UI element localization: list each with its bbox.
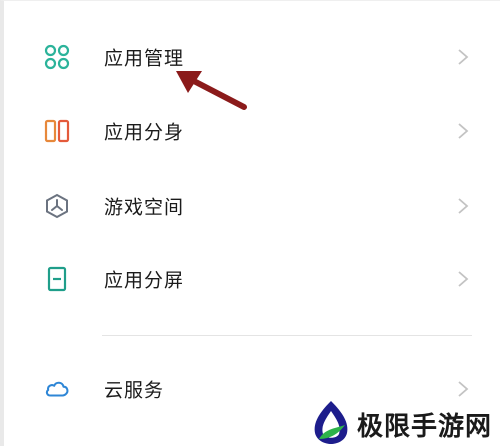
- menu-item-label: 云服务: [104, 379, 165, 402]
- watermark: 极限手游网: [309, 399, 499, 445]
- menu-item-app-clone[interactable]: 应用分身: [4, 101, 500, 161]
- menu-item-label: 应用分屏: [104, 269, 185, 292]
- chevron-right-icon: [458, 49, 469, 65]
- menu-item-split-screen[interactable]: 应用分屏: [4, 249, 500, 309]
- game-space-icon: [44, 193, 70, 219]
- settings-page: 应用管理 应用分身 游戏空间 应用分屏 云服务 极限手游网: [0, 0, 500, 446]
- red-arrow-icon: [176, 71, 247, 110]
- section-divider: [102, 335, 472, 336]
- app-clone-icon: [44, 118, 70, 144]
- chevron-right-icon: [458, 123, 469, 139]
- menu-item-label: 游戏空间: [104, 196, 185, 219]
- watermark-text: 极限手游网: [357, 412, 493, 442]
- chevron-right-icon: [458, 198, 469, 214]
- watermark-logo-icon: [314, 401, 348, 444]
- menu-item-label: 应用分身: [104, 121, 185, 144]
- menu-item-app-management[interactable]: 应用管理: [4, 27, 500, 87]
- cloud-icon: [44, 376, 70, 402]
- menu-item-game-space[interactable]: 游戏空间: [4, 176, 500, 236]
- chevron-right-icon: [458, 381, 469, 397]
- app-grid-icon: [44, 44, 70, 70]
- chevron-right-icon: [458, 271, 469, 287]
- split-screen-icon: [44, 266, 70, 292]
